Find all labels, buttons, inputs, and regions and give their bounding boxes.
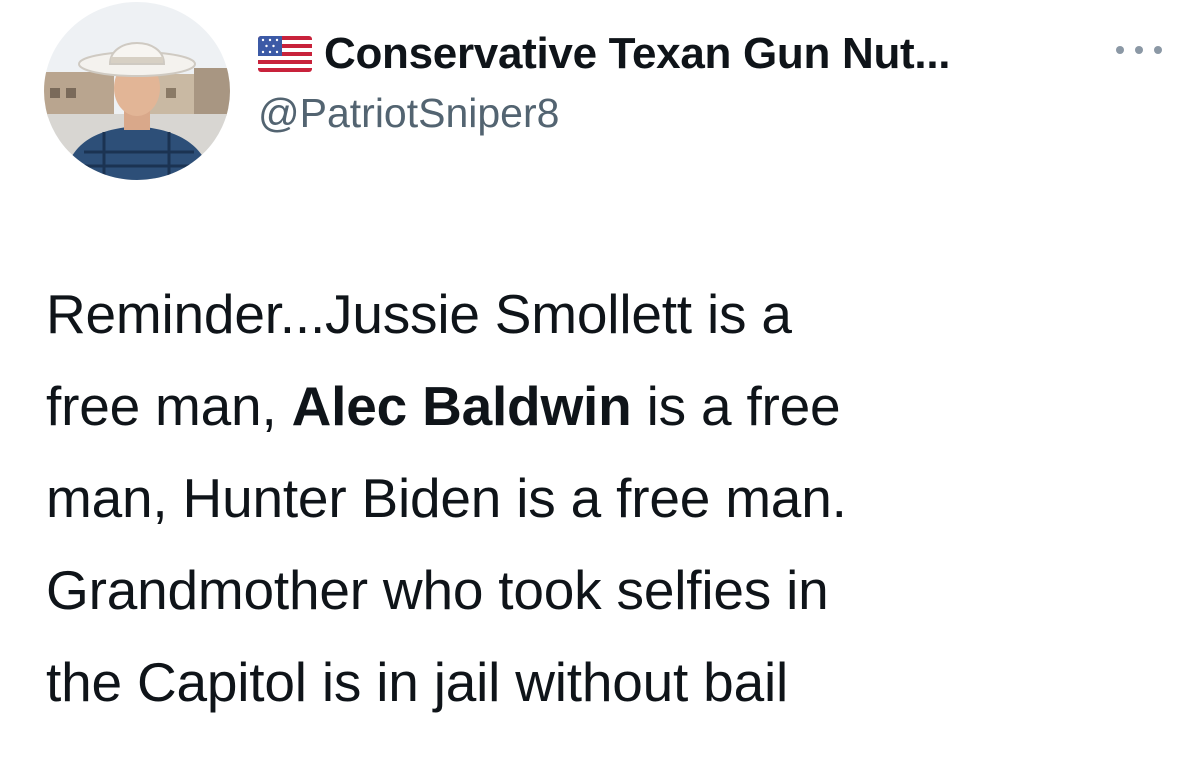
us-flag-icon	[258, 36, 312, 72]
more-options-icon[interactable]	[1116, 40, 1162, 60]
profile-photo-icon	[44, 2, 230, 180]
bold-name: Alec Baldwin	[291, 375, 632, 437]
display-name[interactable]: Conservative Texan Gun Nut...	[324, 29, 950, 79]
tweet-line-2: free man, Alec Baldwin is a free	[46, 360, 1156, 452]
tweet-line-5: the Capitol is in jail without bail	[46, 651, 788, 713]
avatar[interactable]	[44, 2, 230, 180]
tweet-line-1: Reminder...Jussie Smollett is a	[46, 283, 792, 345]
tweet-line-3: man, Hunter Biden is a free man.	[46, 467, 847, 529]
user-handle[interactable]: @PatriotSniper8	[258, 90, 950, 137]
name-row: Conservative Texan Gun Nut...	[258, 26, 950, 82]
dot-icon	[1154, 46, 1162, 54]
tweet-line-4: Grandmother who took selfies in	[46, 559, 829, 621]
tweet-line-2-end: is a free	[631, 375, 841, 437]
dot-icon	[1135, 46, 1143, 54]
tweet-text: Reminder...Jussie Smollett is a free man…	[46, 268, 1156, 728]
tweet-header: Conservative Texan Gun Nut... @PatriotSn…	[258, 26, 950, 137]
tweet-line-2-start: free man,	[46, 375, 292, 437]
dot-icon	[1116, 46, 1124, 54]
tweet-card: Conservative Texan Gun Nut... @PatriotSn…	[0, 0, 1180, 762]
